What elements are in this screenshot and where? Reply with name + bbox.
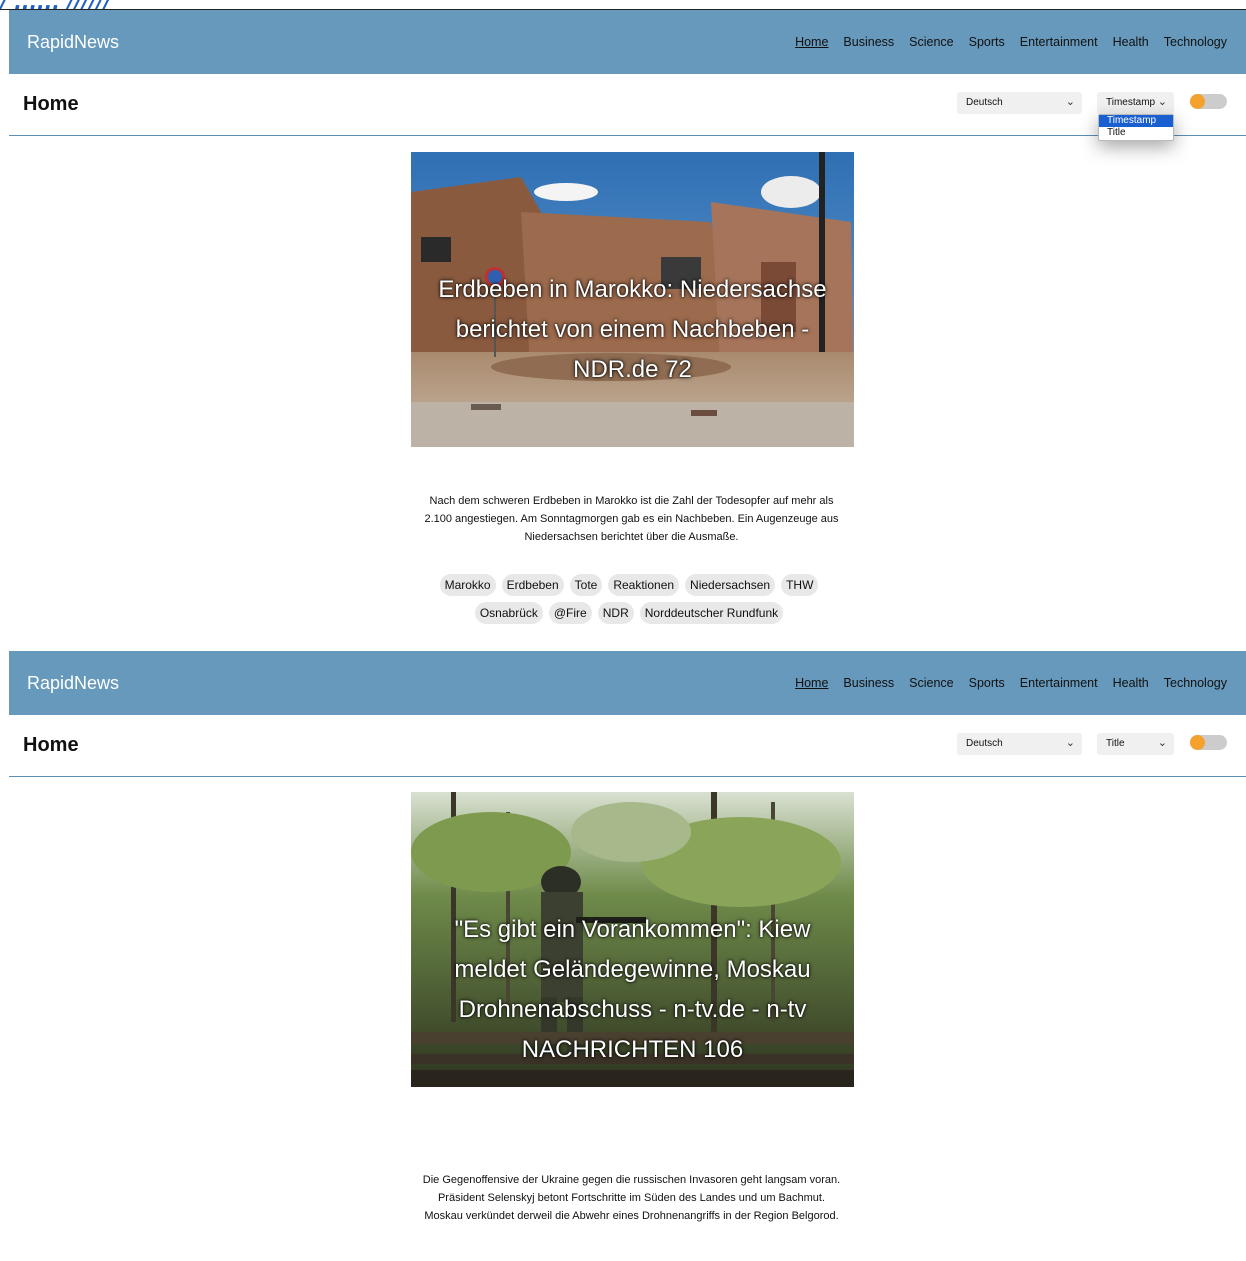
nav-link-science[interactable]: Science (909, 35, 953, 49)
article-title[interactable]: "Es gibt ein Vorankommen": Kiew meldet G… (421, 910, 844, 1070)
nav-link-technology[interactable]: Technology (1164, 35, 1227, 49)
sort-select-value: Title (1106, 738, 1125, 749)
chevron-down-icon: ⌄ (1157, 737, 1167, 749)
sort-select[interactable]: Title ⌄ (1097, 733, 1174, 755)
navbar: RapidNews Home Business Science Sports E… (9, 10, 1246, 74)
language-select[interactable]: Deutsch ⌄ (957, 733, 1082, 755)
nav-links: Home Business Science Sports Entertainme… (795, 676, 1227, 690)
nav-link-home[interactable]: Home (795, 676, 828, 690)
top-cropped-strip: / ...... ////// (0, 0, 1246, 10)
screenshot-title-sort: RapidNews Home Business Science Sports E… (9, 651, 1246, 1261)
language-select-value: Deutsch (966, 97, 1003, 108)
navbar: RapidNews Home Business Science Sports E… (9, 651, 1246, 715)
article-image[interactable]: Erdbeben in Marokko: Niedersachse berich… (411, 152, 854, 447)
tag-chip[interactable]: @Fire (548, 602, 592, 624)
brand-logo[interactable]: RapidNews (27, 32, 119, 53)
tag-chip[interactable]: Osnabrück (474, 602, 543, 624)
tag-chip[interactable]: Marokko (439, 574, 496, 596)
toggle-knob (1190, 735, 1205, 750)
tag-chip[interactable]: Norddeutscher Rundfunk (639, 602, 784, 624)
sort-select-value: Timestamp (1106, 97, 1156, 108)
sort-dropdown-list: Timestamp Title (1098, 114, 1174, 141)
nav-link-home[interactable]: Home (795, 35, 828, 49)
chevron-down-icon: ⌄ (1065, 96, 1075, 108)
language-select-value: Deutsch (966, 738, 1003, 749)
article-description: Nach dem schweren Erdbeben in Marokko is… (424, 495, 839, 543)
toggle-knob (1190, 94, 1205, 109)
nav-link-business[interactable]: Business (843, 35, 894, 49)
nav-link-health[interactable]: Health (1113, 676, 1149, 690)
tag-chip[interactable]: Tote (569, 574, 603, 596)
nav-link-entertainment[interactable]: Entertainment (1020, 35, 1098, 49)
page-title: Home (23, 734, 79, 756)
tag-chip[interactable]: Erdbeben (501, 574, 564, 596)
tag-chip[interactable]: THW (781, 574, 819, 596)
sort-option-timestamp[interactable]: Timestamp (1099, 115, 1173, 127)
language-select[interactable]: Deutsch ⌄ (957, 92, 1082, 114)
theme-toggle[interactable] (1190, 735, 1227, 750)
nav-link-health[interactable]: Health (1113, 35, 1149, 49)
nav-link-technology[interactable]: Technology (1164, 676, 1227, 690)
page-title: Home (23, 93, 79, 115)
sort-option-title[interactable]: Title (1099, 127, 1173, 139)
chevron-down-icon: ⌄ (1065, 737, 1075, 749)
nav-link-sports[interactable]: Sports (969, 676, 1005, 690)
tag-chip[interactable]: NDR (597, 602, 634, 624)
article-tags: Marokko Erdbeben Tote Reaktionen Nieders… (439, 574, 819, 624)
nav-links: Home Business Science Sports Entertainme… (795, 35, 1227, 49)
article-description: Die Gegenoffensive der Ukraine gegen die… (422, 1174, 841, 1222)
tag-chip[interactable]: Reaktionen (608, 574, 680, 596)
article-title[interactable]: Erdbeben in Marokko: Niedersachse berich… (421, 270, 844, 390)
nav-link-entertainment[interactable]: Entertainment (1020, 676, 1098, 690)
sort-select[interactable]: Timestamp ⌄ (1097, 92, 1174, 114)
tag-chip[interactable]: Niedersachsen (685, 574, 776, 596)
screenshot-timestamp-sort: RapidNews Home Business Science Sports E… (9, 10, 1246, 648)
nav-link-sports[interactable]: Sports (969, 35, 1005, 49)
nav-link-business[interactable]: Business (843, 676, 894, 690)
chevron-down-icon: ⌄ (1157, 96, 1167, 108)
nav-link-science[interactable]: Science (909, 676, 953, 690)
theme-toggle[interactable] (1190, 94, 1227, 109)
page-header: Home Deutsch ⌄ Title ⌄ (9, 715, 1246, 777)
article-image[interactable]: "Es gibt ein Vorankommen": Kiew meldet G… (411, 792, 854, 1087)
page-header: Home Deutsch ⌄ Timestamp ⌄ (9, 74, 1246, 136)
brand-logo[interactable]: RapidNews (27, 673, 119, 694)
